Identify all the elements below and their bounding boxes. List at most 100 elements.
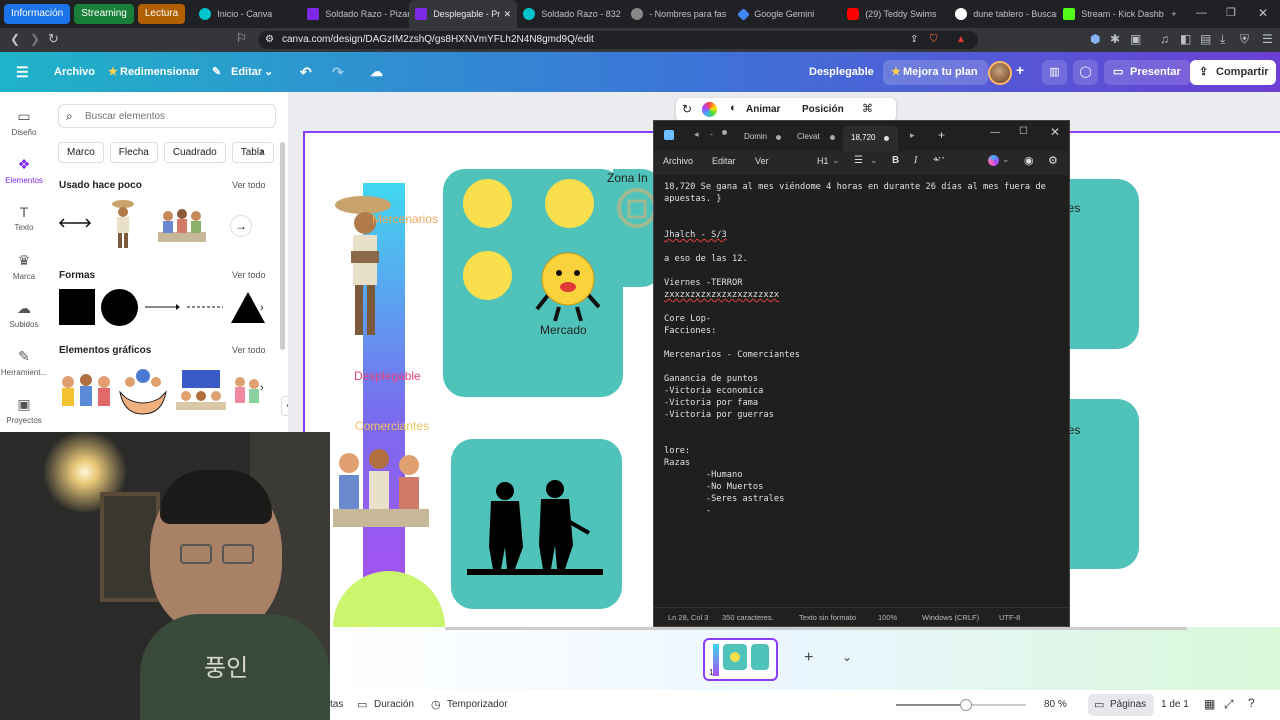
grid-view-icon[interactable]: ▦ — [1204, 697, 1215, 711]
comment-icon[interactable]: ◯ — [1073, 60, 1098, 85]
avatar[interactable] — [988, 61, 1012, 85]
downloads-icon[interactable]: ⤓ — [1220, 32, 1225, 47]
rail-uploads[interactable]: ☁ Subidos — [0, 300, 48, 329]
notepad-line[interactable] — [664, 265, 1064, 277]
rail-elements[interactable]: ❖ Elementos — [0, 156, 48, 185]
present-button[interactable]: ▭ Presentar — [1104, 60, 1191, 85]
design-title[interactable]: Desplegable — [809, 63, 874, 81]
chevron-down-icon[interactable]: ⌄ — [1002, 154, 1010, 165]
settings-icon[interactable]: ⚙ — [1048, 154, 1058, 167]
duration-button[interactable]: Duración — [374, 699, 414, 710]
notepad-line[interactable] — [664, 301, 1064, 313]
refresh-icon[interactable]: ↻ — [682, 102, 692, 116]
notepad-line[interactable]: 18,720 Se gana al mes viéndome 4 horas e… — [664, 181, 1064, 193]
chevron-down-icon[interactable]: ⌄ — [870, 155, 878, 166]
square-shape[interactable] — [59, 289, 95, 325]
rail-text[interactable]: T Texto — [0, 204, 48, 232]
extension-icon[interactable]: ⬢ — [1090, 32, 1100, 46]
chevron-right-icon[interactable]: › — [260, 146, 264, 158]
rail-brand[interactable]: ♛ Marca — [0, 252, 48, 281]
panel-scrollbar[interactable] — [280, 142, 285, 350]
chevron-down-icon[interactable]: ⌄ — [832, 155, 840, 166]
edit-menu[interactable]: Editar — [231, 63, 262, 81]
smiley-character[interactable] — [533, 249, 603, 323]
paint-format-icon[interactable]: ⌘ — [862, 102, 873, 115]
undo-icon[interactable]: ↶ — [300, 63, 312, 81]
wallet-icon[interactable]: ▤ — [1200, 32, 1211, 46]
chevron-right-icon[interactable]: › — [260, 382, 264, 394]
sidebar-icon[interactable]: ◧ — [1180, 32, 1191, 46]
color-wheel-icon[interactable] — [702, 102, 717, 117]
notepad-line[interactable]: -Humano — [664, 469, 1064, 481]
notepad-line[interactable] — [664, 241, 1064, 253]
notepad-line[interactable]: Ganancia de puntos — [664, 373, 1064, 385]
tab-scroll-left-icon[interactable]: ◂ — [694, 129, 699, 140]
menu-editar[interactable]: Editar — [712, 156, 736, 166]
close-tab-icon[interactable]: ✕ — [504, 9, 512, 20]
chevron-right-icon[interactable]: › — [260, 302, 264, 314]
browser-tab[interactable]: Soldado Razo - Pizarr — [301, 0, 409, 28]
url-field[interactable]: ⚙ canva.com/design/DAGzIM2zshQ/gs8HXNVmY… — [258, 31, 978, 49]
menu-ver[interactable]: Ver — [755, 156, 769, 166]
position-button[interactable]: Posición — [802, 104, 844, 115]
text-format[interactable]: Texto sin formato — [799, 613, 856, 622]
timer-button[interactable]: Temporizador — [447, 699, 508, 710]
zoom-slider[interactable] — [896, 699, 1026, 711]
notepad-line[interactable]: -Victoria economica — [664, 385, 1064, 397]
list-icon[interactable]: ☰ — [854, 155, 863, 166]
new-tab-icon[interactable]: + — [938, 128, 945, 142]
notepad-line[interactable]: a eso de las 12. — [664, 253, 1064, 265]
dashed-line-shape[interactable] — [186, 302, 224, 312]
rail-design[interactable]: ▭ Diseño — [0, 108, 48, 137]
close-icon[interactable]: ✕ — [1050, 125, 1060, 139]
zoom-slider-thumb[interactable] — [960, 699, 972, 711]
notepad-tab-active[interactable]: 18,720 — [843, 126, 898, 151]
tab-overflow-icon[interactable]: - — [710, 129, 713, 139]
menu-archivo[interactable]: Archivo — [663, 156, 693, 166]
chevron-down-icon[interactable]: ⌄ — [842, 650, 852, 664]
upgrade-plan-button[interactable]: ★ Mejora tu plan — [883, 60, 988, 85]
group-illustration[interactable] — [156, 204, 208, 246]
puzzle-icon[interactable]: ✱ — [1110, 32, 1120, 46]
notepad-line[interactable]: -Victoria por guerras — [664, 409, 1064, 421]
minimize-window-icon[interactable]: ― — [1196, 7, 1207, 19]
notepad-line[interactable] — [664, 337, 1064, 349]
help-icon[interactable]: ? — [1248, 696, 1255, 710]
heading-dropdown[interactable]: H1 — [817, 156, 829, 166]
copilot-icon[interactable] — [988, 155, 999, 166]
notepad-line[interactable]: Facciones: — [664, 325, 1064, 337]
cloud-saved-icon[interactable]: ☁ — [370, 63, 383, 81]
line-ending[interactable]: Windows (CRLF) — [922, 613, 979, 622]
browser-tab[interactable]: Inicio - Canva — [193, 0, 301, 28]
notepad-line[interactable]: Mercenarios - Comerciantes — [664, 349, 1064, 361]
cursor-position[interactable]: Ln 28, Col 3 — [668, 613, 708, 622]
account-icon[interactable]: ◉ — [1024, 154, 1034, 167]
maximize-icon[interactable]: ☐ — [1019, 126, 1028, 137]
minimize-icon[interactable]: ― — [990, 127, 1000, 138]
horizontal-scrollbar[interactable] — [445, 627, 1187, 630]
share-button[interactable]: ⇪ Compartir — [1190, 60, 1276, 85]
bookmark-icon[interactable]: ⚐ — [236, 31, 247, 45]
hands-community-graphic[interactable] — [116, 362, 170, 416]
circle-shape[interactable] — [101, 289, 138, 326]
line-arrow-shape[interactable] — [144, 302, 182, 312]
new-tab-button[interactable]: + — [1165, 0, 1185, 28]
browser-tab[interactable]: Google Gemini — [733, 0, 841, 28]
arrow-element[interactable] — [58, 218, 92, 228]
fullscreen-icon[interactable]: ⤢ — [1224, 697, 1234, 712]
vendor-illustration[interactable] — [110, 198, 136, 250]
chip-flecha[interactable]: Flecha — [109, 142, 158, 163]
forward-icon[interactable]: ❯ — [30, 32, 40, 46]
desplegable-label[interactable]: Desplegable — [354, 369, 421, 383]
see-all-recent[interactable]: Ver todo — [232, 180, 266, 190]
notepad-line[interactable] — [664, 421, 1064, 433]
people-graphic[interactable] — [58, 368, 114, 412]
close-window-icon[interactable]: ✕ — [1258, 6, 1268, 20]
notepad-line[interactable]: - — [664, 505, 1064, 517]
brave-shield-icon[interactable]: ⛉ — [930, 31, 938, 49]
page-thumbnail[interactable]: 1 — [703, 638, 778, 681]
browser-tab[interactable]: Stream - Kick Dashb — [1057, 0, 1165, 28]
zoom-level[interactable]: 100% — [878, 613, 897, 622]
next-arrow-icon[interactable]: → — [230, 215, 252, 237]
green-semicircle[interactable] — [333, 571, 445, 631]
